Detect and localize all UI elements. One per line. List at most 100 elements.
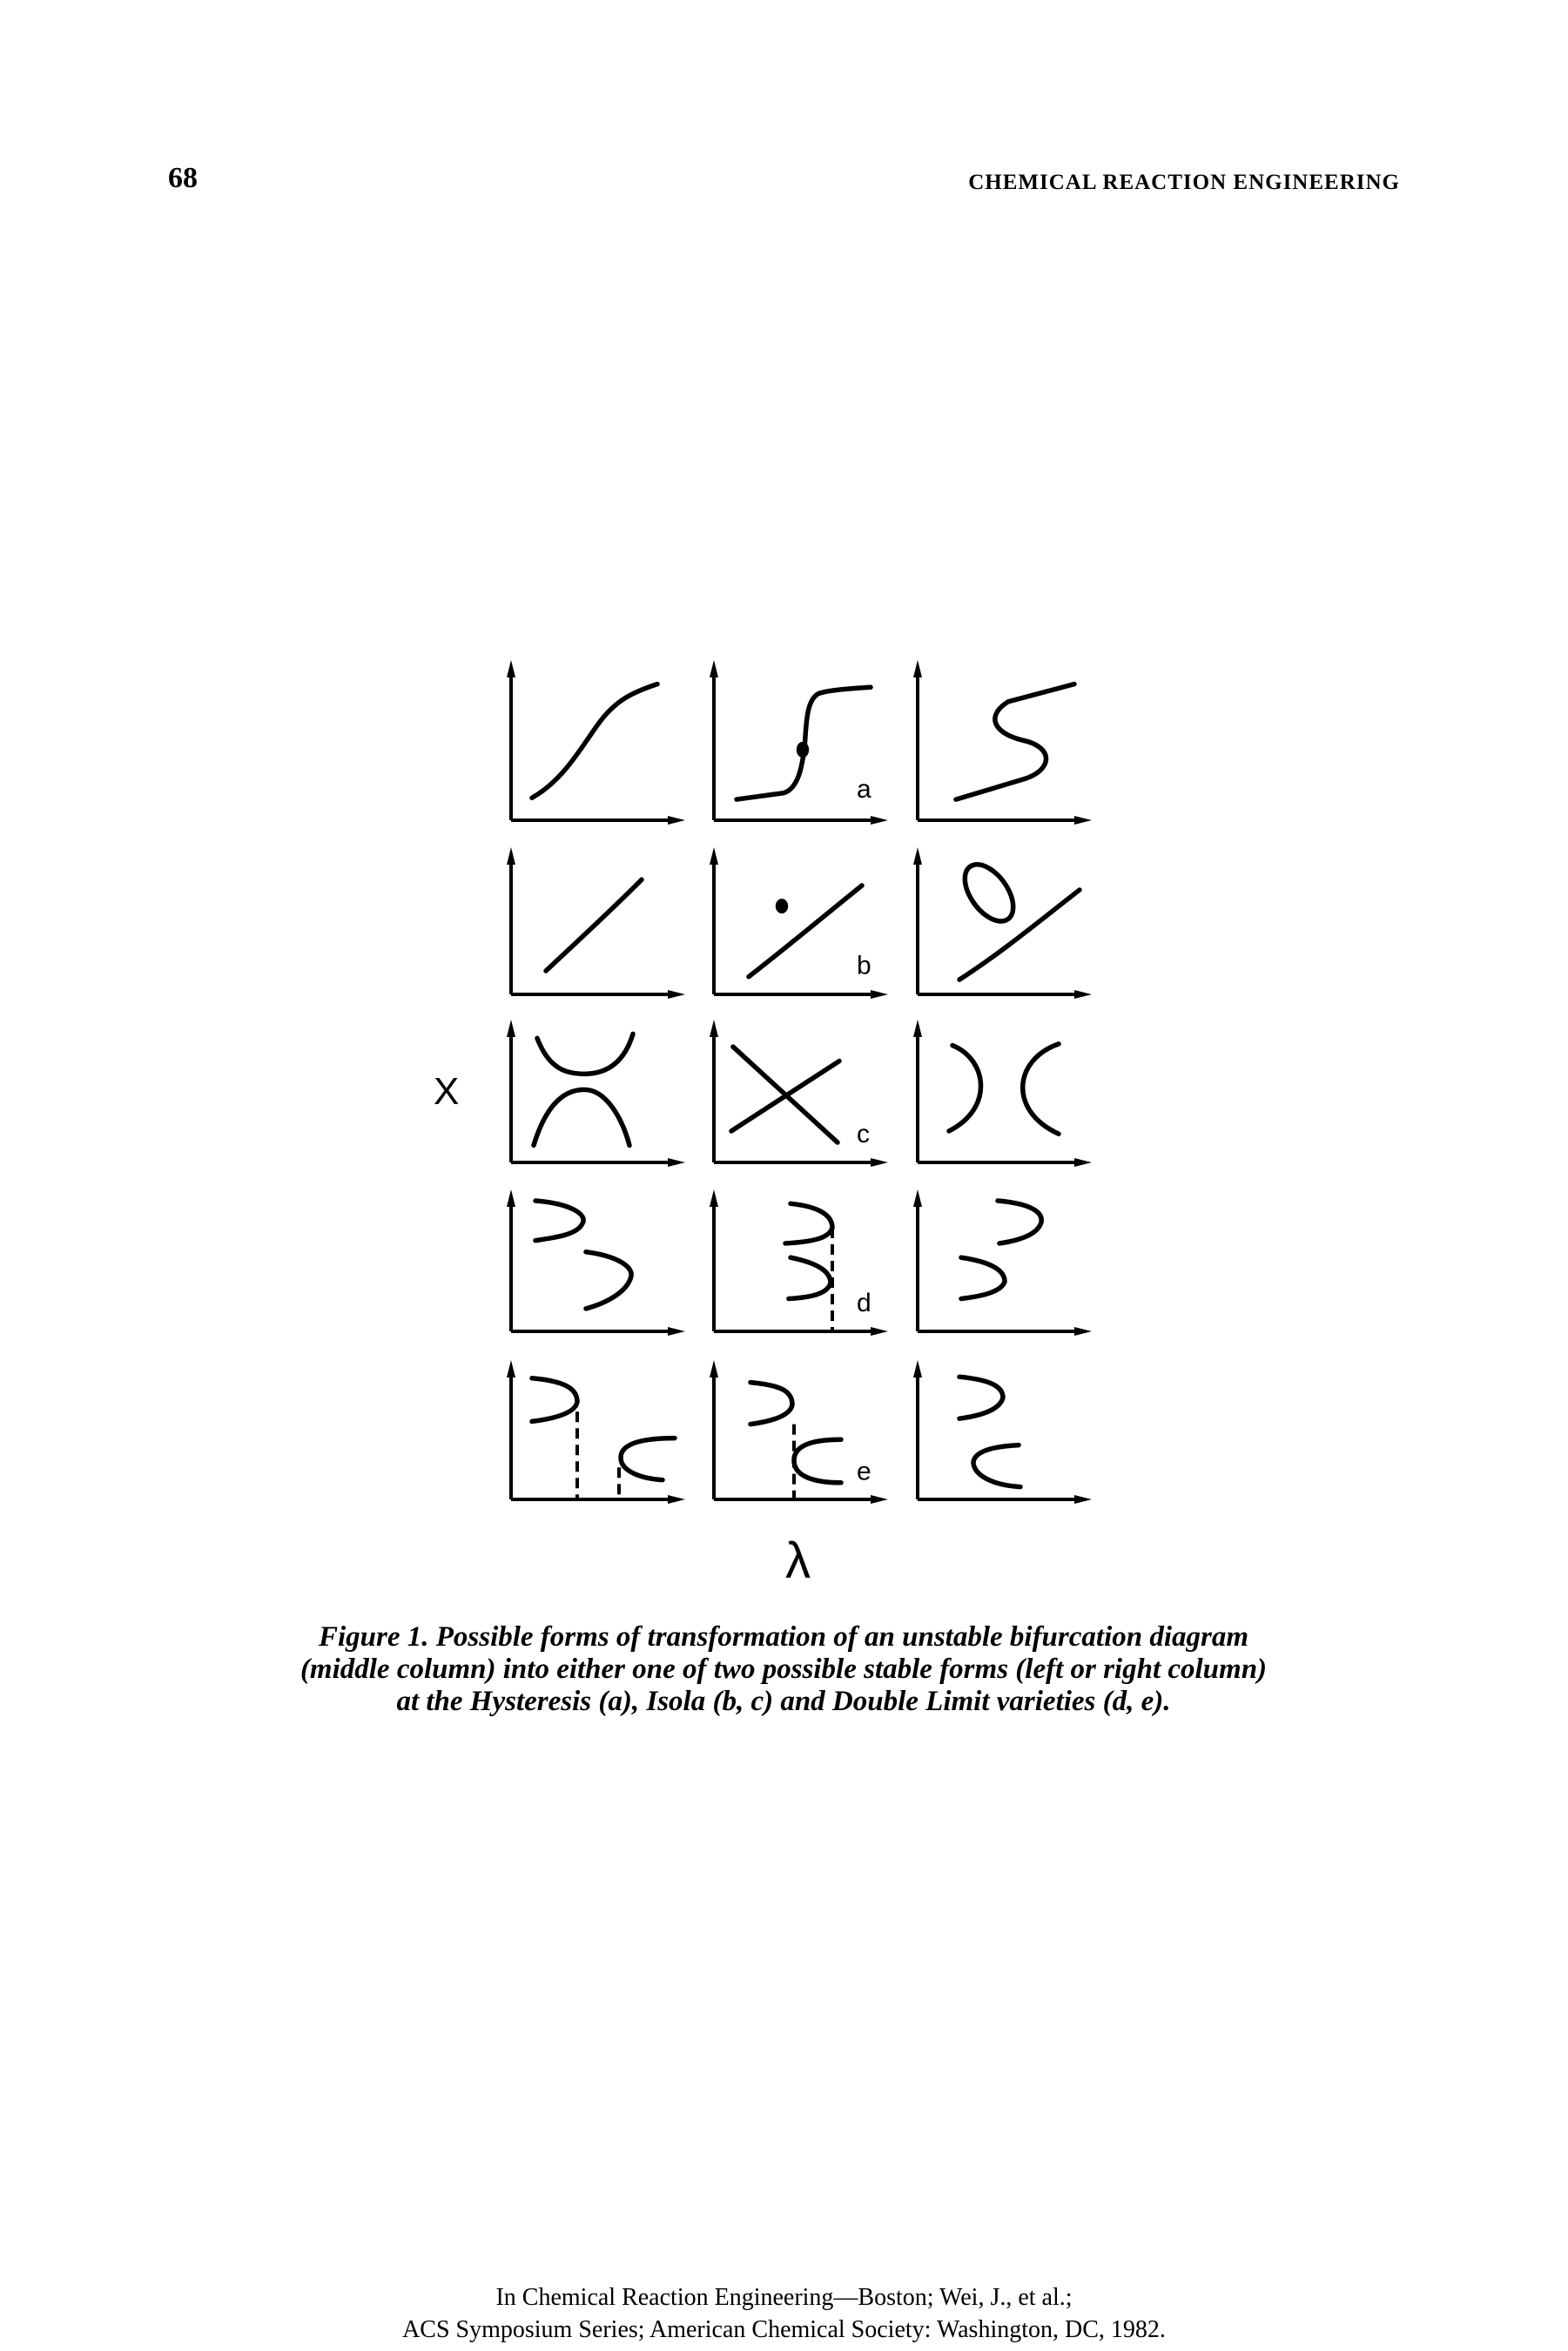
row-label: b xyxy=(857,951,871,980)
panel-row1-col3 xyxy=(913,660,1092,825)
y-axis-arrow-icon xyxy=(507,847,515,865)
panel-row1-col1 xyxy=(507,660,685,825)
panel-row3-col3 xyxy=(913,1020,1092,1167)
bifurcation-curves xyxy=(785,1203,832,1331)
y-axis-arrow-icon xyxy=(507,1360,515,1378)
solution-branch xyxy=(949,1046,981,1131)
solution-branch xyxy=(534,1089,629,1145)
x-axis-arrow-icon xyxy=(871,990,888,999)
panel-row1-col2: a xyxy=(710,660,888,825)
bifurcation-curves xyxy=(532,684,657,798)
isola-loop xyxy=(955,858,1023,927)
bifurcation-curves xyxy=(546,879,642,971)
panel-row5-col1 xyxy=(507,1360,685,1504)
x-axis-arrow-icon xyxy=(871,816,888,825)
y-axis-arrow-icon xyxy=(710,1189,718,1207)
solution-branch xyxy=(621,1438,675,1480)
y-axis-arrow-icon xyxy=(913,1189,922,1207)
solution-branch xyxy=(535,1201,583,1241)
panel-row2-col1 xyxy=(507,847,685,999)
x-axis-arrow-icon xyxy=(1074,1158,1092,1167)
panel-row5-col3 xyxy=(913,1360,1092,1504)
bifurcation-curves xyxy=(956,684,1074,799)
caption-line: (middle column) into either one of two p… xyxy=(299,1654,1268,1685)
solution-branch xyxy=(959,1377,1003,1418)
x-axis-arrow-icon xyxy=(668,990,685,999)
panel-row4-col3 xyxy=(913,1189,1092,1336)
x-axis-arrow-icon xyxy=(871,1158,888,1167)
footer-line: In Chemical Reaction Engineering—Boston;… xyxy=(495,2284,1073,2311)
solution-branch xyxy=(998,1201,1041,1243)
x-axis-arrow-icon xyxy=(668,1158,685,1167)
solution-branch xyxy=(750,1383,792,1425)
bifurcation-curves xyxy=(959,1377,1020,1486)
isolated-point xyxy=(775,899,789,914)
bifurcation-curves xyxy=(532,1378,675,1499)
panel-grid: a b c d e xyxy=(507,660,1092,1504)
bifurcation-curves xyxy=(961,1201,1041,1298)
x-axis-label: λ xyxy=(785,1533,811,1589)
y-axis-arrow-icon xyxy=(913,1020,922,1037)
citation-footer: In Chemical Reaction Engineering—Boston;… xyxy=(0,2281,1568,2346)
figure-caption: Figure 1. Possible forms of transformati… xyxy=(174,1621,1393,1718)
y-axis-arrow-icon xyxy=(507,1189,515,1207)
row-label: e xyxy=(857,1458,871,1486)
y-axis-arrow-icon xyxy=(710,660,718,677)
panel-row4-col2: d xyxy=(710,1189,888,1336)
solution-branch xyxy=(586,1252,631,1309)
x-axis-arrow-icon xyxy=(1074,1495,1092,1504)
solution-branch xyxy=(789,1257,831,1298)
solution-branch xyxy=(532,1378,577,1422)
panel-row2-col2: b xyxy=(710,847,888,999)
y-axis-arrow-icon xyxy=(913,847,922,865)
row-label: a xyxy=(857,775,871,804)
bifurcation-figure: X λ a b c d e xyxy=(434,660,1092,1589)
panel-row5-col2: e xyxy=(710,1360,888,1504)
x-axis-arrow-icon xyxy=(871,1495,888,1504)
y-axis-arrow-icon xyxy=(710,1020,718,1037)
bifurcation-curves xyxy=(737,687,871,799)
footer-line: ACS Symposium Series; American Chemical … xyxy=(402,2316,1166,2343)
solution-branch xyxy=(532,684,657,798)
bifurcation-curves xyxy=(535,1201,631,1309)
panel-row3-col1 xyxy=(507,1020,685,1167)
solution-branch xyxy=(785,1203,832,1243)
panel-row2-col3 xyxy=(913,847,1092,999)
bifurcation-curves xyxy=(731,1047,839,1142)
y-axis-arrow-icon xyxy=(913,660,922,677)
y-axis-arrow-icon xyxy=(507,1020,515,1037)
y-axis-arrow-icon xyxy=(507,660,515,677)
x-axis-arrow-icon xyxy=(668,1327,685,1336)
row-label: d xyxy=(857,1289,871,1317)
x-axis-arrow-icon xyxy=(668,816,685,825)
bifurcation-curves xyxy=(949,1044,1059,1134)
solution-branch xyxy=(731,1061,839,1131)
x-axis-arrow-icon xyxy=(1074,990,1092,999)
solution-branch xyxy=(794,1439,841,1483)
solution-branch xyxy=(961,1257,1005,1298)
solution-branch xyxy=(1023,1044,1059,1134)
y-axis-arrow-icon xyxy=(710,847,718,865)
x-axis-arrow-icon xyxy=(1074,816,1092,825)
y-axis-label: X xyxy=(434,1070,459,1113)
y-axis-arrow-icon xyxy=(913,1360,922,1378)
solution-branch xyxy=(546,879,642,971)
solution-branch xyxy=(973,1445,1020,1487)
solution-branch xyxy=(956,684,1074,799)
solution-branch xyxy=(749,886,862,977)
bifurcation-curves xyxy=(955,858,1080,980)
x-axis-arrow-icon xyxy=(1074,1327,1092,1336)
x-axis-arrow-icon xyxy=(871,1327,888,1336)
y-axis-arrow-icon xyxy=(710,1360,718,1378)
bifurcation-curves xyxy=(750,1383,841,1499)
solution-branch xyxy=(959,890,1080,980)
solution-branch xyxy=(537,1034,633,1074)
bifurcation-curves xyxy=(749,886,862,977)
isolated-point xyxy=(796,741,810,758)
bifurcation-curves xyxy=(534,1034,633,1145)
caption-line: Figure 1. Possible forms of transformati… xyxy=(318,1621,1249,1653)
row-label: c xyxy=(857,1120,870,1149)
panel-row3-col2: c xyxy=(710,1020,888,1167)
x-axis-arrow-icon xyxy=(668,1495,685,1504)
caption-line: at the Hysteresis (a), Isola (b, c) and … xyxy=(396,1686,1171,1717)
